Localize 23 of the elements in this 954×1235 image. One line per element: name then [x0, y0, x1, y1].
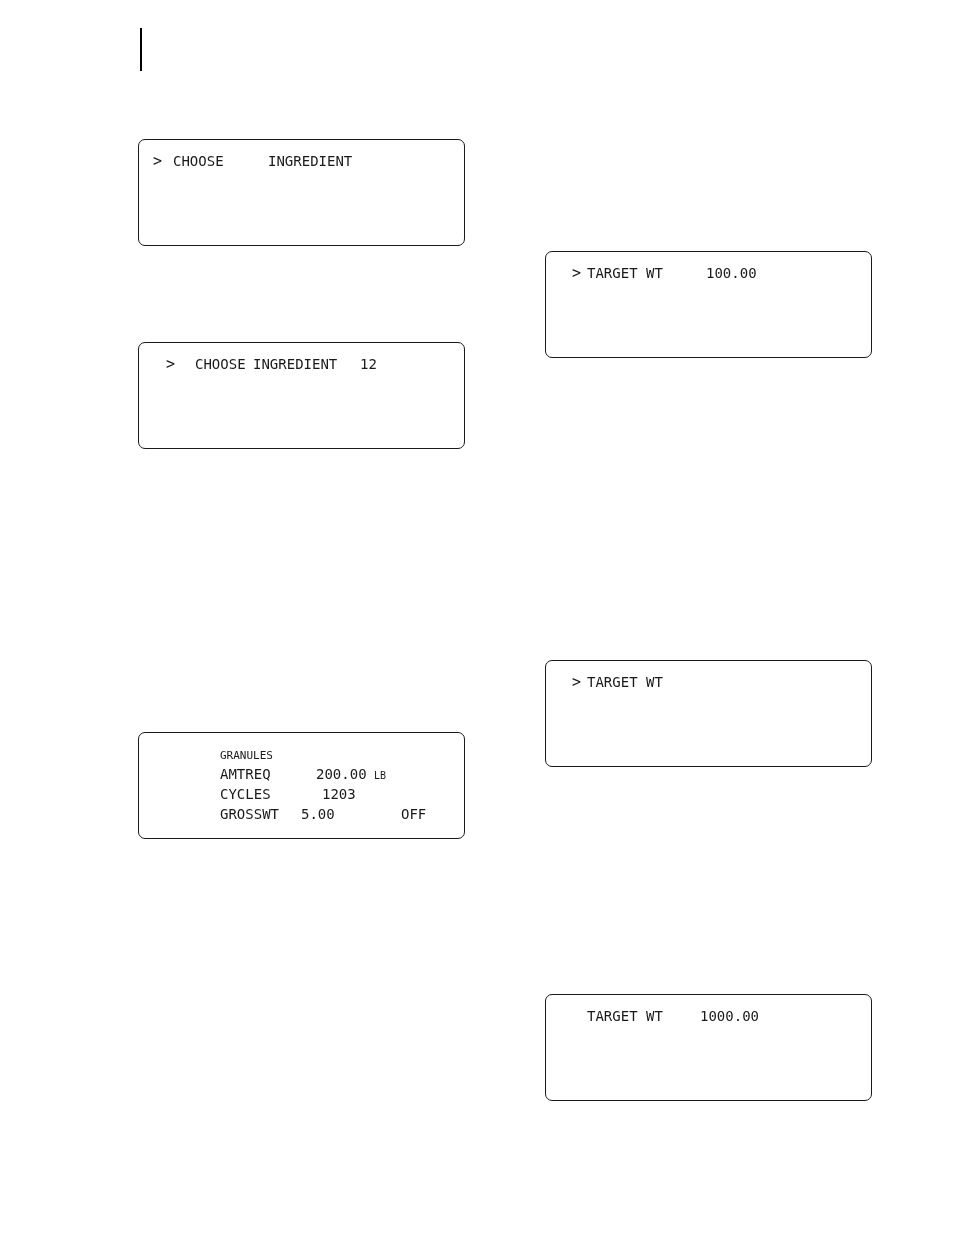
display-text: 1203 [322, 786, 356, 802]
display-text: OFF [401, 806, 427, 822]
display-text: CYCLES [220, 786, 271, 802]
display-text: 200.00 [316, 766, 367, 782]
display-text: GROSSWT [220, 806, 279, 822]
display-text: TARGET WT [587, 1008, 663, 1024]
cursor-indicator: > [153, 152, 163, 170]
display-text: 100.00 [706, 265, 757, 281]
display-text: CHOOSE [173, 153, 224, 169]
display-text: 1000.00 [700, 1008, 759, 1024]
cursor-indicator: > [166, 355, 176, 373]
display-text: AMTREQ [220, 766, 271, 782]
display-text: TARGET WT [587, 265, 663, 281]
cursor-indicator: > [572, 673, 582, 691]
unit-label: LB [374, 770, 387, 781]
display-text: INGREDIENT [268, 153, 353, 169]
display-text: 5.00 [301, 806, 335, 822]
display-text: CHOOSE [195, 356, 246, 372]
display-text: INGREDIENT [253, 356, 338, 372]
cursor-indicator: > [572, 264, 582, 282]
display-text: 12 [360, 356, 377, 372]
display-title: GRANULES [220, 749, 273, 762]
display-text: TARGET WT [587, 674, 663, 690]
